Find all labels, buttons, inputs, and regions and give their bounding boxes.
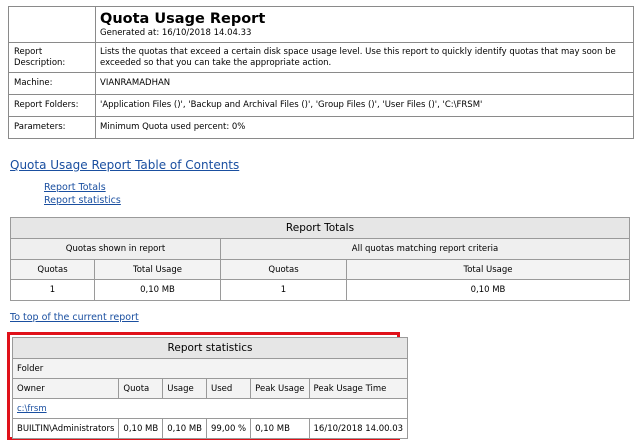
col-used: Used [206, 378, 252, 399]
value-total-usage-matching: 0,10 MB [346, 279, 630, 301]
col-peak-usage: Peak Usage [250, 378, 310, 399]
cell-quota: 0,10 MB [118, 418, 164, 439]
cell-peak-usage-time: 16/10/2018 14.00.03 [308, 418, 409, 439]
top-of-report-link[interactable]: To top of the current report [10, 312, 139, 323]
description-value: Lists the quotas that exceed a certain d… [95, 42, 634, 73]
folder-link[interactable]: c:\frsm [17, 404, 47, 414]
title-cell: Quota Usage Report Generated at: 16/10/2… [95, 6, 634, 43]
parameters-label: Parameters: [8, 116, 96, 139]
logo-cell [8, 6, 96, 43]
col-owner: Owner [11, 378, 120, 399]
folder-row: c:\frsm [11, 398, 409, 419]
group-shown-header: Quotas shown in report [10, 238, 221, 260]
col-quotas-matching: Quotas [220, 259, 347, 280]
description-label: Report Description: [8, 42, 96, 73]
toc-title-link[interactable]: Quota Usage Report Table of Contents [10, 158, 239, 172]
machine-label: Machine: [8, 72, 96, 95]
report-totals-caption: Report Totals [10, 217, 630, 239]
cell-used: 99,00 % [206, 418, 252, 439]
cell-owner: BUILTIN\Administrators [11, 418, 120, 439]
col-quotas-shown: Quotas [10, 259, 95, 280]
col-usage: Usage [162, 378, 208, 399]
col-total-usage-matching: Total Usage [346, 259, 630, 280]
highlight-box: Report statistics Folder Owner Quota Usa… [7, 332, 409, 440]
folder-header: Folder [11, 358, 409, 379]
toc-link-report-statistics[interactable]: Report statistics [44, 194, 121, 207]
col-quota: Quota [118, 378, 164, 399]
report-statistics-caption: Report statistics [11, 337, 409, 359]
value-quotas-shown: 1 [10, 279, 95, 301]
cell-peak-usage: 0,10 MB [250, 418, 310, 439]
report-header-table: Quota Usage Report Generated at: 16/10/2… [8, 6, 634, 139]
col-peak-usage-time: Peak Usage Time [308, 378, 409, 399]
report-statistics-table: Report statistics Folder Owner Quota Usa… [11, 337, 409, 439]
toc-links: Report Totals Report statistics [44, 181, 121, 207]
cell-usage: 0,10 MB [162, 418, 208, 439]
report-totals-table: Report Totals Quotas shown in report All… [10, 217, 630, 301]
value-total-usage-shown: 0,10 MB [94, 279, 221, 301]
parameters-value: Minimum Quota used percent: 0% [95, 116, 634, 139]
report-folders-value: 'Application Files ()', 'Backup and Arch… [95, 94, 634, 117]
value-quotas-matching: 1 [220, 279, 347, 301]
group-matching-header: All quotas matching report criteria [220, 238, 630, 260]
toc-link-report-totals[interactable]: Report Totals [44, 181, 121, 194]
generated-at: Generated at: 16/10/2018 14.04.33 [100, 28, 252, 38]
report-title: Quota Usage Report [100, 11, 266, 27]
col-total-usage-shown: Total Usage [94, 259, 221, 280]
machine-value: VIANRAMADHAN [95, 72, 634, 95]
report-folders-label: Report Folders: [8, 94, 96, 117]
